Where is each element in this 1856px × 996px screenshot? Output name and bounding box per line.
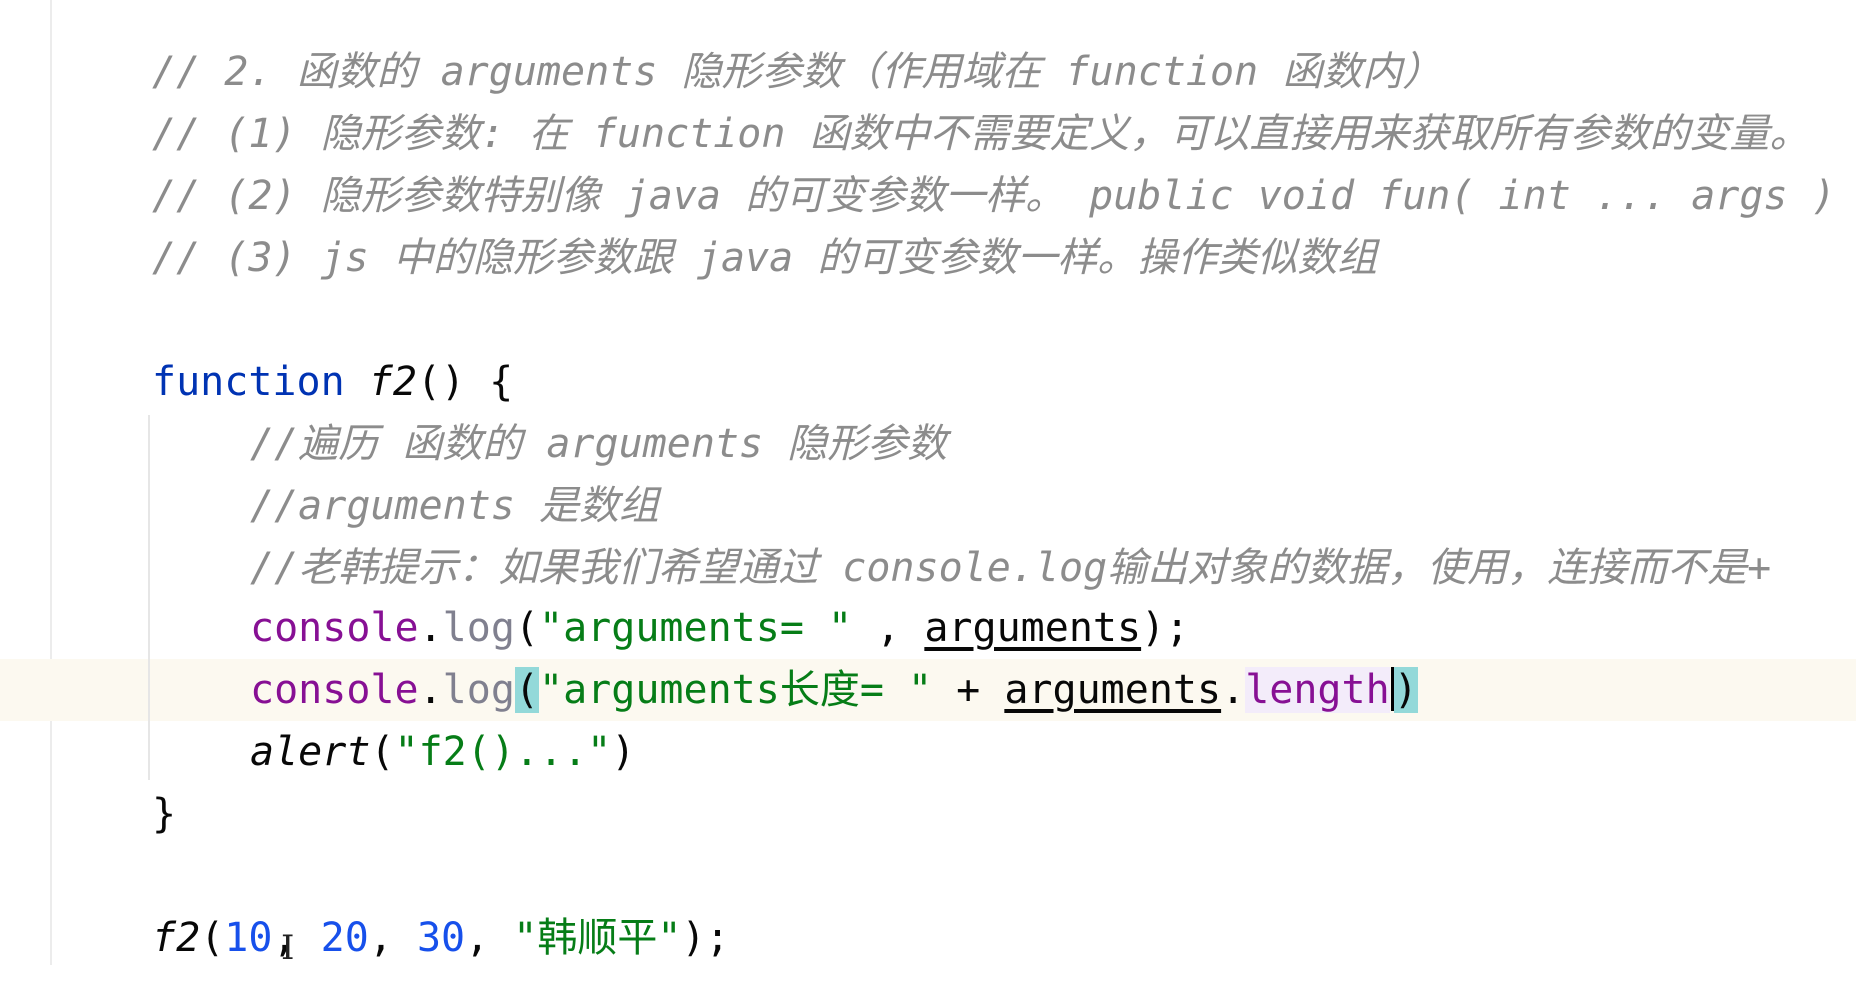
comma: ,	[272, 915, 321, 961]
open-paren: (	[370, 729, 395, 775]
comma: ,	[465, 915, 514, 961]
number-literal: 30	[416, 915, 466, 961]
statement-end: );	[681, 915, 730, 961]
arguments-identifier: arguments	[924, 605, 1142, 651]
ibeam-cursor-icon: I	[281, 928, 295, 968]
string-literal: "arguments= "	[539, 605, 853, 651]
matched-open-paren: (	[514, 667, 540, 713]
open-paren: (	[200, 915, 225, 961]
console-log-line-1: console.log("arguments= " , arguments);	[250, 597, 1189, 659]
plus-operator: +	[932, 667, 1005, 713]
comment-line-2: // (1) 隐形参数: 在 function 函数中不需要定义，可以直接用来获…	[152, 111, 1810, 157]
console-object: console	[250, 605, 419, 651]
function-keyword: function	[152, 359, 345, 405]
length-property: length	[1245, 667, 1390, 713]
dot: .	[418, 605, 443, 651]
console-object: console	[250, 667, 419, 713]
console-log-line-2[interactable]: console.log("arguments长度= " + arguments.…	[250, 659, 1418, 721]
dot: .	[418, 667, 443, 713]
alert-line: alert("f2()...")	[250, 721, 635, 783]
comment-line-4: // (3) js 中的隐形参数跟 java 的可变参数一样。操作类似数组	[152, 235, 1378, 281]
function-comment-3: //老韩提示：如果我们希望通过 console.log输出对象的数据，使用，连接…	[250, 545, 1772, 591]
log-method: log	[442, 605, 515, 651]
close-paren: )	[611, 729, 636, 775]
open-paren: (	[514, 605, 540, 651]
call-function-name: f2	[152, 915, 201, 961]
function-comment-2: //arguments 是数组	[250, 483, 659, 529]
code-editor[interactable]: // 2. 函数的 arguments 隐形参数（作用域在 function 函…	[0, 0, 1856, 996]
separator: ,	[852, 605, 925, 651]
arguments-identifier: arguments	[1004, 667, 1222, 713]
function-call-line: f2(10, 20, 30, "韩顺平");	[152, 907, 730, 969]
function-close-brace: }	[152, 791, 177, 837]
string-literal: "f2()..."	[394, 729, 612, 775]
function-comment-1: //遍历 函数的 arguments 隐形参数	[250, 421, 948, 467]
comma: ,	[368, 915, 417, 961]
gutter-divider	[50, 0, 52, 965]
string-literal: "韩顺平"	[513, 915, 682, 961]
log-method: log	[442, 667, 515, 713]
dot: .	[1221, 667, 1246, 713]
indent-guide	[148, 415, 150, 780]
number-literal: 10	[224, 915, 273, 961]
comment-line-1: // 2. 函数的 arguments 隐形参数（作用域在 function 函…	[152, 49, 1443, 95]
matched-close-paren: )	[1393, 667, 1418, 713]
string-literal: "arguments长度= "	[539, 667, 933, 713]
comment-line-3: // (2) 隐形参数特别像 java 的可变参数一样。 public void…	[152, 173, 1836, 219]
statement-end: );	[1141, 605, 1190, 651]
alert-function: alert	[250, 729, 371, 775]
function-name: f2	[368, 359, 417, 405]
function-signature: () {	[416, 359, 514, 405]
number-literal: 20	[320, 915, 369, 961]
function-declaration-line: function f2() {	[152, 351, 513, 413]
